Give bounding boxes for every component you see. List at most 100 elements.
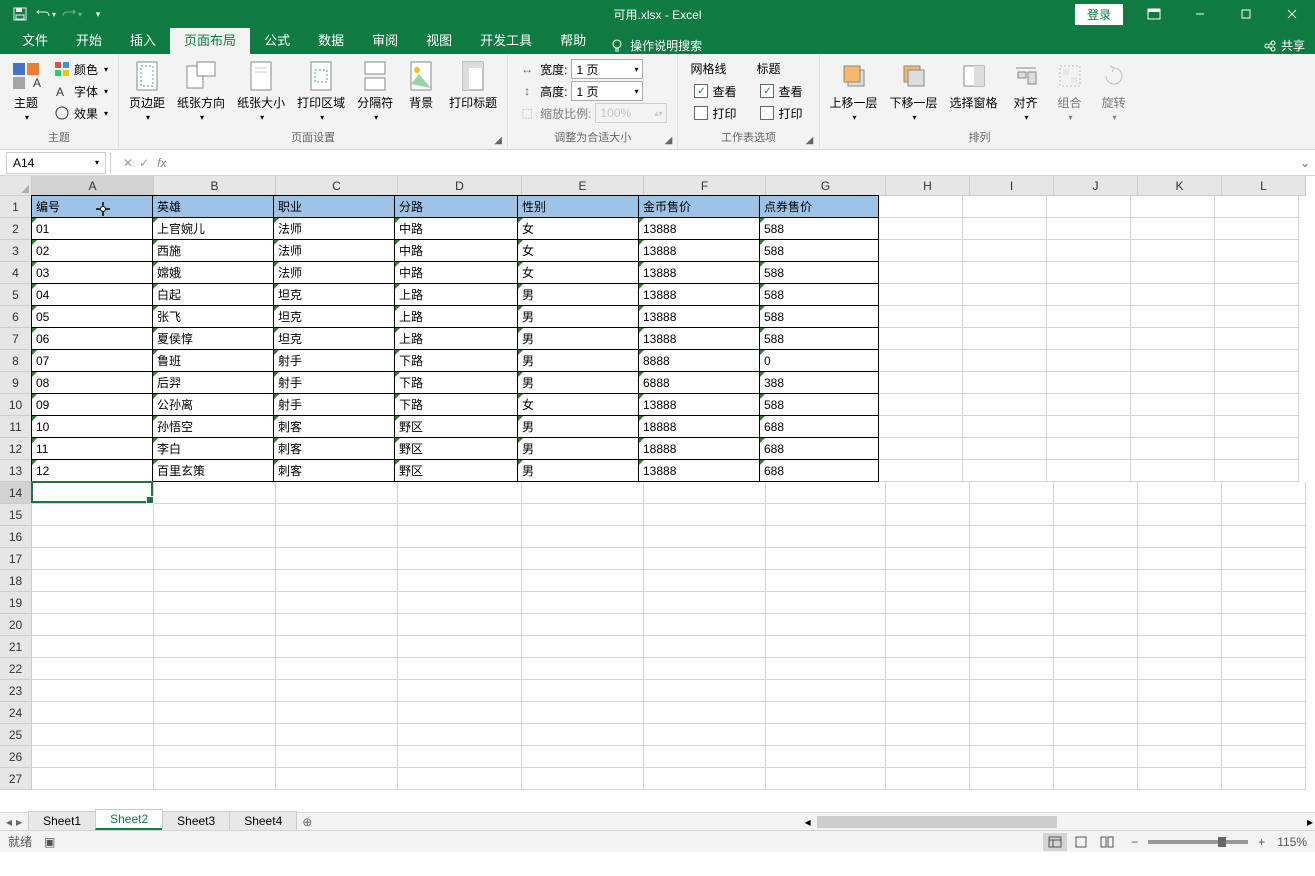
cell[interactable]: 射手 <box>273 349 395 372</box>
tab-insert[interactable]: 插入 <box>116 25 170 54</box>
cell[interactable] <box>886 702 970 724</box>
formula-bar-expand[interactable]: ⌄ <box>1295 156 1315 170</box>
cell[interactable] <box>963 328 1047 350</box>
share-button[interactable]: 共享 <box>1281 37 1305 54</box>
tab-view[interactable]: 视图 <box>412 25 466 54</box>
cell[interactable]: 刺客 <box>273 459 395 482</box>
cell[interactable] <box>970 724 1054 746</box>
cell[interactable] <box>522 592 644 614</box>
sheet-options-launcher[interactable]: ◢ <box>803 133 817 147</box>
cell[interactable] <box>398 680 522 702</box>
cell[interactable] <box>398 592 522 614</box>
cell[interactable]: 10 <box>31 415 153 438</box>
cell[interactable] <box>522 482 644 504</box>
align-button[interactable]: 对齐▾ <box>1006 58 1046 124</box>
cell[interactable]: 13888 <box>638 305 760 328</box>
cell[interactable] <box>398 746 522 768</box>
cell[interactable]: 野区 <box>394 415 518 438</box>
zoom-slider[interactable] <box>1148 840 1248 844</box>
cell[interactable] <box>522 658 644 680</box>
cell[interactable] <box>276 768 398 790</box>
cell[interactable] <box>1131 306 1215 328</box>
cell[interactable] <box>886 680 970 702</box>
cell[interactable] <box>32 526 154 548</box>
cell[interactable] <box>1215 460 1299 482</box>
cell[interactable]: 夏侯惇 <box>152 327 274 350</box>
cell[interactable]: 上路 <box>394 305 518 328</box>
cell[interactable] <box>1047 328 1131 350</box>
scale-height-select[interactable]: 1 页▾ <box>571 81 643 101</box>
cell[interactable] <box>398 702 522 724</box>
column-header[interactable]: J <box>1054 176 1138 196</box>
cell[interactable] <box>1054 570 1138 592</box>
cell[interactable] <box>766 680 886 702</box>
cell[interactable]: 射手 <box>273 393 395 416</box>
cell[interactable]: 13888 <box>638 327 760 350</box>
cell[interactable]: 588 <box>759 393 879 416</box>
tab-help[interactable]: 帮助 <box>546 25 600 54</box>
cell[interactable] <box>522 724 644 746</box>
cell[interactable] <box>32 592 154 614</box>
cell[interactable]: 女 <box>517 239 639 262</box>
cell[interactable] <box>276 658 398 680</box>
cell[interactable] <box>879 284 963 306</box>
cell[interactable] <box>1138 768 1222 790</box>
cell[interactable] <box>879 416 963 438</box>
cell[interactable]: 金币售价 <box>638 195 760 218</box>
cell[interactable] <box>276 570 398 592</box>
column-header[interactable]: A <box>32 176 154 196</box>
tab-devtools[interactable]: 开发工具 <box>466 25 546 54</box>
cell[interactable] <box>886 482 970 504</box>
send-backward-button[interactable]: 下移一层▾ <box>886 58 942 124</box>
cell[interactable] <box>644 526 766 548</box>
cell[interactable] <box>398 636 522 658</box>
cell[interactable] <box>276 504 398 526</box>
cell[interactable]: 男 <box>517 327 639 350</box>
cell[interactable] <box>522 636 644 658</box>
cell[interactable]: 13888 <box>638 459 760 482</box>
cell[interactable] <box>1054 526 1138 548</box>
cell[interactable] <box>766 636 886 658</box>
cell[interactable] <box>970 570 1054 592</box>
cell[interactable] <box>1138 724 1222 746</box>
cell[interactable] <box>276 548 398 570</box>
cell[interactable]: 女 <box>517 393 639 416</box>
cell[interactable] <box>1054 482 1138 504</box>
cell[interactable]: 13888 <box>638 393 760 416</box>
row-header[interactable]: 3 <box>0 240 32 262</box>
row-header[interactable]: 1 <box>0 196 32 218</box>
column-header[interactable]: F <box>644 176 766 196</box>
cell[interactable] <box>886 504 970 526</box>
name-box[interactable]: A14▾ <box>6 152 106 174</box>
cell[interactable] <box>970 592 1054 614</box>
cell[interactable] <box>970 702 1054 724</box>
row-header[interactable]: 9 <box>0 372 32 394</box>
cell[interactable] <box>32 724 154 746</box>
cell[interactable] <box>1138 592 1222 614</box>
cell[interactable] <box>32 768 154 790</box>
cell[interactable] <box>766 702 886 724</box>
cell[interactable]: 嫦娥 <box>152 261 274 284</box>
row-header[interactable]: 11 <box>0 416 32 438</box>
cell[interactable]: 13888 <box>638 239 760 262</box>
row-header[interactable]: 12 <box>0 438 32 460</box>
cell[interactable] <box>1222 746 1306 768</box>
column-header[interactable]: B <box>154 176 276 196</box>
cell[interactable]: 688 <box>759 459 879 482</box>
cell[interactable]: 男 <box>517 459 639 482</box>
cell[interactable] <box>644 746 766 768</box>
cell[interactable]: 03 <box>31 261 153 284</box>
cell[interactable] <box>154 592 276 614</box>
cell[interactable] <box>1215 416 1299 438</box>
cell[interactable] <box>766 592 886 614</box>
cell[interactable]: 男 <box>517 437 639 460</box>
cell[interactable]: 坦克 <box>273 327 395 350</box>
cell[interactable] <box>766 768 886 790</box>
cell[interactable]: 男 <box>517 371 639 394</box>
cell[interactable] <box>644 680 766 702</box>
cell[interactable]: 588 <box>759 283 879 306</box>
cell[interactable]: 588 <box>759 327 879 350</box>
cell[interactable] <box>32 570 154 592</box>
orientation-button[interactable]: 纸张方向▾ <box>173 58 229 124</box>
cell[interactable] <box>879 460 963 482</box>
